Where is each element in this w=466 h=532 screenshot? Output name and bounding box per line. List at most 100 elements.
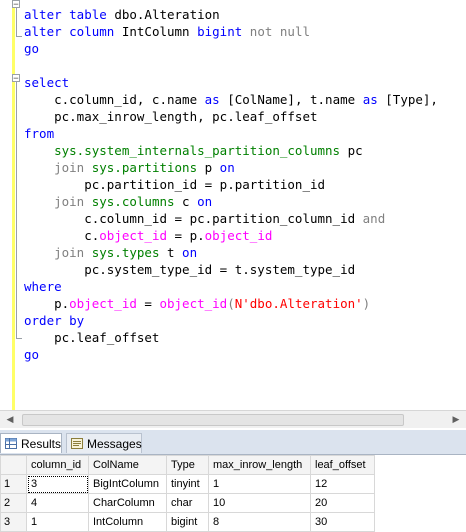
code-token: alter column: [24, 24, 115, 39]
code-token: dbo.Alteration: [106, 7, 220, 22]
code-token: t: [159, 245, 183, 260]
code-token: c: [174, 194, 198, 209]
scroll-left-icon[interactable]: ◀: [2, 411, 18, 427]
code-token: alter table: [24, 7, 107, 22]
grid-cell[interactable]: CharColumn: [88, 493, 167, 513]
sql-code[interactable]: alter table dbo.Alteration alter column I…: [24, 6, 438, 363]
code-token: object_id: [204, 228, 273, 243]
code-token: c.column_id, c.name: [24, 92, 205, 107]
code-token: bigint: [197, 24, 243, 39]
code-token: object_id: [69, 296, 137, 311]
grid-cell[interactable]: 8: [208, 512, 311, 532]
code-token: pc.leaf_offset: [24, 330, 160, 345]
code-line[interactable]: [24, 57, 438, 74]
code-token: = p.: [167, 228, 205, 243]
results-grid[interactable]: column_id ColName Type max_inrow_length …: [0, 455, 466, 532]
code-token: c.: [24, 228, 100, 243]
code-token: pc: [340, 143, 363, 158]
code-token: object_id: [99, 228, 167, 243]
code-line[interactable]: c.column_id = pc.partition_column_id and: [24, 210, 438, 227]
scroll-right-icon[interactable]: ▶: [448, 411, 464, 427]
row-number[interactable]: 1: [0, 474, 27, 494]
code-line[interactable]: alter column IntColumn bigint not null: [24, 23, 438, 40]
column-header[interactable]: column_id: [26, 455, 89, 475]
code-token: where: [24, 279, 62, 294]
collapse-icon[interactable]: −: [12, 0, 20, 10]
scroll-thumb[interactable]: [22, 414, 404, 426]
code-token: [Type],: [377, 92, 438, 107]
code-line[interactable]: from: [24, 125, 438, 142]
outline-region-select: −: [12, 74, 22, 354]
row-number-header[interactable]: [0, 455, 27, 475]
horizontal-scrollbar[interactable]: ◀ ▶: [0, 410, 466, 428]
code-line[interactable]: go: [24, 346, 438, 363]
results-tab-strip: Results Messages: [0, 430, 466, 455]
column-header[interactable]: ColName: [88, 455, 167, 475]
collapse-icon[interactable]: −: [12, 74, 20, 84]
table-row[interactable]: 2 4 CharColumn char 10 20: [0, 493, 375, 513]
grid-cell[interactable]: char: [166, 493, 209, 513]
code-line[interactable]: pc.system_type_id = t.system_type_id: [24, 261, 438, 278]
code-line[interactable]: select: [24, 74, 438, 91]
code-token: N'dbo.Alteration': [234, 296, 363, 311]
code-token: sys.types: [91, 245, 160, 260]
code-line[interactable]: sys.system_internals_partition_columns p…: [24, 142, 438, 159]
grid-cell[interactable]: bigint: [166, 512, 209, 532]
code-token: (: [227, 296, 235, 311]
code-token: go: [24, 41, 40, 56]
grid-cell[interactable]: 30: [310, 512, 375, 532]
code-token: IntColumn: [114, 24, 198, 39]
tab-messages[interactable]: Messages: [66, 433, 142, 453]
grid-cell[interactable]: 1: [208, 474, 311, 494]
code-line[interactable]: join sys.partitions p on: [24, 159, 438, 176]
grid-cell[interactable]: 1: [26, 512, 89, 532]
grid-cell[interactable]: 10: [208, 493, 311, 513]
row-number[interactable]: 3: [0, 512, 27, 532]
row-number[interactable]: 2: [0, 493, 27, 513]
grid-header-row: column_id ColName Type max_inrow_length …: [0, 455, 375, 475]
code-line[interactable]: alter table dbo.Alteration: [24, 6, 438, 23]
code-token: sys.system_internals_partition_columns: [24, 143, 341, 158]
tab-results[interactable]: Results: [0, 433, 62, 453]
code-line[interactable]: p.object_id = object_id(N'dbo.Alteration…: [24, 295, 438, 312]
column-header[interactable]: Type: [166, 455, 209, 475]
code-token: go: [24, 347, 40, 362]
grid-cell[interactable]: tinyint: [166, 474, 209, 494]
grid-cell[interactable]: 12: [310, 474, 375, 494]
code-line[interactable]: join sys.columns c on: [24, 193, 438, 210]
code-token: sys.columns: [91, 194, 175, 209]
table-row[interactable]: 3 1 IntColumn bigint 8 30: [0, 512, 375, 532]
code-line[interactable]: pc.partition_id = p.partition_id: [24, 176, 438, 193]
code-token: as: [362, 92, 378, 107]
code-token: sys.partitions: [91, 160, 198, 175]
code-token: =: [136, 296, 160, 311]
grid-cell[interactable]: 20: [310, 493, 375, 513]
grid-cell[interactable]: BigIntColumn: [88, 474, 167, 494]
code-token: pc.system_type_id = t.system_type_id: [24, 262, 356, 277]
code-token: object_id: [159, 296, 228, 311]
code-token: join: [24, 245, 92, 260]
code-line[interactable]: c.column_id, c.name as [ColName], t.name…: [24, 91, 438, 108]
code-line[interactable]: where: [24, 278, 438, 295]
column-header[interactable]: leaf_offset: [310, 455, 375, 475]
column-header[interactable]: max_inrow_length: [208, 455, 311, 475]
code-token: p: [197, 160, 220, 175]
code-token: [ColName], t.name: [219, 92, 363, 107]
code-line[interactable]: c.object_id = p.object_id: [24, 227, 438, 244]
results-grid-icon: [5, 438, 17, 449]
grid-cell[interactable]: 4: [26, 493, 89, 513]
query-editor[interactable]: − − alter table dbo.Alteration alter colu…: [0, 0, 466, 410]
code-line[interactable]: pc.leaf_offset: [24, 329, 438, 346]
code-token: ): [362, 296, 371, 311]
code-line[interactable]: pc.max_inrow_length, pc.leaf_offset: [24, 108, 438, 125]
tab-results-label: Results: [21, 437, 62, 451]
grid-cell[interactable]: 3: [26, 474, 89, 494]
table-row[interactable]: 1 3 BigIntColumn tinyint 1 12: [0, 474, 375, 494]
code-line[interactable]: go: [24, 40, 438, 57]
grid-cell[interactable]: IntColumn: [88, 512, 167, 532]
code-token: join: [24, 160, 92, 175]
code-line[interactable]: join sys.types t on: [24, 244, 438, 261]
code-token: pc.partition_id = p.partition_id: [24, 177, 326, 192]
code-line[interactable]: order by: [24, 312, 438, 329]
